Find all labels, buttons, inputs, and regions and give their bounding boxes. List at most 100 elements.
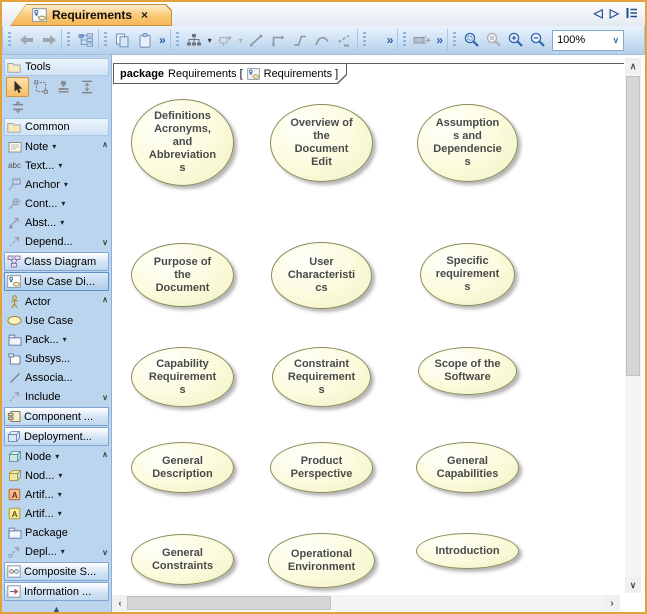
vertical-align-tool-button[interactable]	[6, 97, 29, 117]
layout-hierarchic-button[interactable]	[184, 29, 205, 51]
palette-item-subsystem[interactable]: Subsys...	[2, 349, 111, 368]
copy-button[interactable]	[112, 29, 133, 51]
tab-requirements[interactable]: Requirements ×	[10, 4, 172, 26]
use-case-node[interactable]: Overview of the Document Edit	[270, 104, 373, 182]
horizontal-scroll-thumb[interactable]	[127, 596, 331, 610]
section-class-diagram[interactable]: Class Diagram	[4, 252, 109, 271]
toolbar-grip[interactable]	[67, 32, 70, 48]
use-case-node[interactable]: User Characteristi cs	[271, 242, 372, 309]
use-case-node[interactable]: Scope of the Software	[418, 347, 517, 395]
horizontal-scrollbar[interactable]: ‹ ›	[112, 595, 620, 611]
scroll-down-button[interactable]: ∨	[625, 577, 641, 593]
dropdown-arrow-icon[interactable]: ▾	[58, 471, 62, 480]
use-case-node[interactable]: Capability Requirement s	[131, 347, 234, 407]
panel-scroll-down[interactable]: ∨	[102, 548, 108, 557]
palette-item-dependency[interactable]: Depend... ∨	[2, 232, 111, 251]
palette-item-anchor[interactable]: Anchor ▾	[2, 175, 111, 194]
path-oblique-button[interactable]	[290, 29, 311, 51]
zoom-in-button[interactable]	[505, 29, 526, 51]
containment-tree-button[interactable]	[75, 29, 96, 51]
vertical-scroll-thumb[interactable]	[626, 76, 640, 376]
path-rectilinear-button[interactable]	[268, 29, 289, 51]
palette-item-deploy[interactable]: Depl... ▾ ∨	[2, 542, 111, 561]
section-information-flow[interactable]: Information ...	[4, 582, 109, 601]
dropdown-arrow-icon[interactable]: ▾	[58, 509, 62, 518]
toolbar-overflow-chevron[interactable]: »	[433, 33, 445, 47]
use-case-node[interactable]: General Description	[131, 442, 234, 493]
tab-scroll-right-button[interactable]: ▷	[610, 6, 619, 20]
scroll-right-button[interactable]: ›	[604, 595, 620, 611]
palette-item-abstraction[interactable]: A Abst... ▾	[2, 213, 111, 232]
sticky-tool-button[interactable]	[52, 77, 75, 97]
path-bezier-button[interactable]	[312, 29, 333, 51]
zoom-region-button[interactable]	[461, 29, 482, 51]
toolbar-grip[interactable]	[104, 32, 107, 48]
toolbar-grip[interactable]	[453, 32, 456, 48]
palette-item-include[interactable]: Include ∨	[2, 387, 111, 406]
use-case-node[interactable]: Constraint Requirement s	[272, 347, 371, 407]
paste-button[interactable]	[134, 29, 155, 51]
use-case-node[interactable]: Operational Environment	[268, 533, 375, 588]
section-use-case-diagram[interactable]: Use Case Di...	[4, 272, 109, 291]
palette-item-use-case[interactable]: Use Case	[2, 311, 111, 330]
toolbar-overflow-chevron[interactable]: »	[156, 33, 168, 47]
toolbar-grip[interactable]	[8, 32, 11, 48]
zoom-level-combobox[interactable]: 100% ∨	[552, 30, 624, 51]
pointer-tool-button[interactable]	[6, 77, 29, 97]
dropdown-arrow-icon[interactable]: ▾	[52, 142, 56, 151]
use-case-node[interactable]: Introduction	[416, 533, 519, 569]
vertical-spacing-tool-button[interactable]	[75, 77, 98, 97]
tab-list-icon[interactable]	[626, 7, 638, 19]
layout-dropdown-arrow[interactable]: ▾	[206, 36, 214, 45]
zoom-out-button[interactable]	[527, 29, 548, 51]
section-composite-structure[interactable]: Composite S...	[4, 562, 109, 581]
toolbar-grip[interactable]	[176, 32, 179, 48]
panel-scroll-up[interactable]: ∧	[102, 450, 108, 459]
palette-item-containment[interactable]: Cont... ▾	[2, 194, 111, 213]
use-case-node[interactable]: Assumption s and Dependencie s	[417, 104, 518, 182]
panel-scroll-down[interactable]: ∨	[102, 393, 108, 402]
nav-forward-button[interactable]	[38, 29, 59, 51]
dropdown-arrow-icon[interactable]: ▾	[63, 335, 67, 344]
palette-collapse-button[interactable]: ▲	[2, 602, 111, 613]
vertical-scrollbar[interactable]: ∧ ∨	[625, 58, 641, 593]
dropdown-arrow-icon[interactable]: ▾	[55, 452, 59, 461]
palette-item-artifact-instance[interactable]: A Artif... ▾	[2, 504, 111, 523]
use-case-node[interactable]: Definitions Acronyms, and Abbreviation s	[131, 99, 234, 186]
combo-dropdown-arrow[interactable]: ∨	[612, 35, 619, 46]
nav-back-button[interactable]	[16, 29, 37, 51]
palette-item-node[interactable]: Node ▾ ∧	[2, 447, 111, 466]
palette-item-node-instance[interactable]: Nod... ▾	[2, 466, 111, 485]
path-straight-button[interactable]	[246, 29, 267, 51]
use-case-node[interactable]: General Capabilities	[416, 442, 519, 493]
make-preferred-size-button[interactable]	[411, 29, 432, 51]
dropdown-arrow-icon[interactable]: ▾	[61, 547, 65, 556]
tab-close-button[interactable]: ×	[141, 8, 148, 22]
use-case-node[interactable]: Product Perspective	[270, 442, 373, 493]
use-case-node[interactable]: Purpose of the Document	[131, 243, 234, 307]
dropdown-arrow-icon[interactable]: ▾	[64, 180, 68, 189]
common-panel-title[interactable]: Common	[4, 118, 109, 136]
scroll-up-button[interactable]: ∧	[625, 58, 641, 74]
palette-item-actor[interactable]: Actor ∧	[2, 292, 111, 311]
toolbar-grip[interactable]	[403, 32, 406, 48]
marquee-select-tool-button[interactable]	[29, 77, 52, 97]
palette-item-package[interactable]: Pack... ▾	[2, 330, 111, 349]
use-case-node[interactable]: General Constraints	[131, 534, 234, 585]
section-deployment-diagram[interactable]: Deployment...	[4, 427, 109, 446]
toolbar-grip[interactable]	[363, 32, 366, 48]
zoom-selection-button[interactable]	[483, 29, 504, 51]
use-case-node[interactable]: Specific requirement s	[420, 243, 515, 306]
dropdown-arrow-icon[interactable]: ▾	[58, 161, 62, 170]
palette-item-package2[interactable]: Package	[2, 523, 111, 542]
dropdown-arrow-icon[interactable]: ▾	[61, 199, 65, 208]
tab-scroll-left-button[interactable]: ◁	[594, 6, 603, 20]
dropdown-arrow-icon[interactable]: ▾	[60, 218, 64, 227]
section-component-diagram[interactable]: Component ...	[4, 407, 109, 426]
palette-item-note[interactable]: Note ▾ ∧	[2, 137, 111, 156]
toolbar-overflow-chevron[interactable]: »	[384, 33, 396, 47]
palette-item-text[interactable]: abc Text... ▾	[2, 156, 111, 175]
panel-scroll-up[interactable]: ∧	[102, 295, 108, 304]
panel-scroll-down[interactable]: ∨	[102, 238, 108, 247]
palette-item-artifact[interactable]: A Artif... ▾	[2, 485, 111, 504]
